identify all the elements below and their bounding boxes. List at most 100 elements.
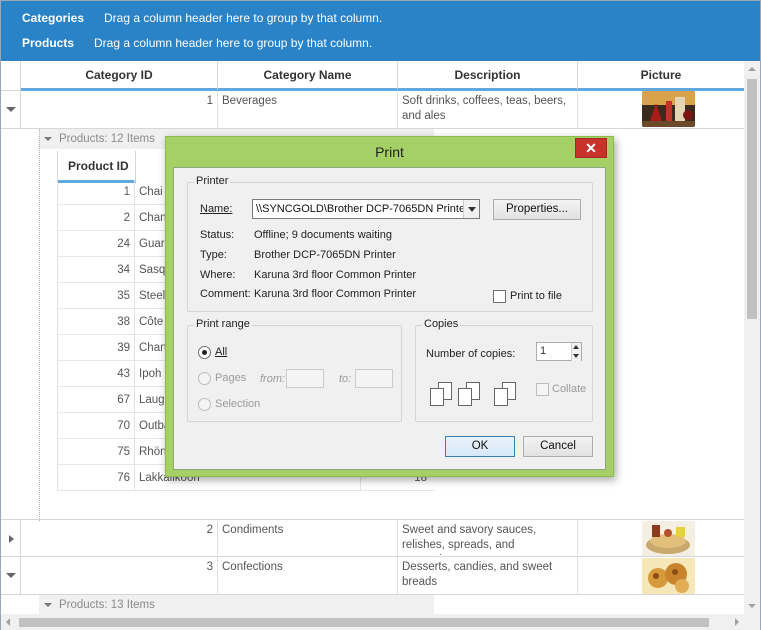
dialog-title: Print — [375, 144, 404, 160]
confections-image — [642, 558, 695, 594]
group-caption-text: Products: 12 Items — [59, 133, 155, 145]
printer-name-value: \\SYNCGOLD\Brother DCP-7065DN Printer — [256, 203, 469, 215]
group-collapse-icon[interactable] — [44, 603, 52, 607]
row-expander[interactable] — [1, 520, 21, 556]
close-icon: ✕ — [585, 140, 597, 156]
properties-button[interactable]: Properties... — [493, 199, 581, 220]
description-cell: Desserts, candies, and sweet breads — [398, 557, 578, 594]
table-row[interactable]: 3 Confections Desserts, candies, and swe… — [1, 557, 744, 595]
collate-label[interactable]: Collate — [552, 383, 586, 395]
product-id-cell: 39 — [57, 335, 135, 361]
collapse-arrow-icon[interactable] — [6, 573, 16, 578]
horizontal-scroll-thumb[interactable] — [19, 618, 709, 627]
group-caption-text: Products: 13 Items — [59, 599, 155, 611]
expand-arrow-icon[interactable] — [9, 535, 14, 543]
category-id-cell: 3 — [21, 557, 218, 594]
pages-radio[interactable] — [198, 372, 211, 385]
group-row[interactable]: Products: 13 Items — [39, 595, 434, 614]
picture-cell — [578, 520, 744, 556]
print-dialog: Print ✕ Printer Name: \\SYNCGOLD\Brother… — [165, 136, 614, 477]
table-row[interactable]: 1 Beverages Soft drinks, coffees, teas, … — [1, 91, 744, 129]
group-level-name: Categories — [22, 11, 85, 25]
tree-line — [39, 129, 40, 521]
product-id-cell: 34 — [57, 257, 135, 283]
product-id-cell: 35 — [57, 283, 135, 309]
collapse-arrow-icon[interactable] — [6, 107, 16, 112]
collate-checkbox[interactable] — [536, 383, 549, 396]
group-collapse-icon[interactable] — [44, 137, 52, 141]
close-button[interactable]: ✕ — [575, 138, 607, 158]
name-label-text: Name: — [200, 203, 233, 215]
comment-label: Comment: — [200, 288, 251, 300]
grid-window: Categories Drag a column header here to … — [0, 0, 761, 630]
picture-cell — [578, 91, 744, 128]
ok-button[interactable]: OK — [445, 436, 515, 457]
copies-group: Copies Number of copies: 1 Collate — [415, 318, 593, 422]
description-cell: Soft drinks, coffees, teas, beers, and a… — [398, 91, 578, 128]
print-range-group: Print range All Pages from: to: Selectio… — [187, 318, 402, 422]
number-of-copies-label: Number of copies: — [426, 348, 516, 360]
all-radio[interactable] — [198, 346, 211, 359]
header-expander-cell — [1, 61, 21, 91]
product-id-cell: 76 — [57, 465, 135, 491]
print-to-file-label[interactable]: Print to file — [510, 290, 562, 302]
chevron-down-icon[interactable] — [463, 200, 479, 218]
where-label: Where: — [200, 269, 236, 281]
group-row-categories: Categories Drag a column header here to … — [1, 5, 760, 31]
column-header-description[interactable]: Description — [398, 61, 578, 91]
copies-stepper[interactable]: 1 — [536, 342, 582, 361]
group-drop-hint: Drag a column header here to group by th… — [104, 11, 383, 25]
selection-label[interactable]: Selection — [215, 398, 260, 410]
dialog-body: Printer Name: \\SYNCGOLD\Brother DCP-706… — [173, 167, 606, 470]
printer-group: Printer Name: \\SYNCGOLD\Brother DCP-706… — [187, 175, 593, 312]
cancel-button[interactable]: Cancel — [523, 436, 593, 457]
spin-down-icon[interactable] — [573, 354, 579, 358]
group-drop-hint: Drag a column header here to group by th… — [94, 36, 373, 50]
description-cell: Sweet and savory sauces, relishes, sprea… — [398, 520, 578, 556]
to-label: to: — [339, 373, 352, 385]
spin-up-icon[interactable] — [573, 345, 579, 349]
copies-legend: Copies — [422, 318, 461, 330]
vertical-scrollbar[interactable] — [744, 61, 760, 614]
scroll-up-icon[interactable] — [748, 67, 756, 71]
row-expander[interactable] — [1, 557, 21, 594]
product-id-cell: 1 — [57, 179, 135, 205]
printer-name-select[interactable]: \\SYNCGOLD\Brother DCP-7065DN Printer — [252, 199, 480, 219]
all-label[interactable]: All — [215, 346, 227, 358]
print-to-file-checkbox[interactable] — [493, 290, 506, 303]
print-range-legend: Print range — [194, 318, 252, 330]
to-page-input[interactable] — [355, 369, 393, 388]
printer-legend: Printer — [194, 175, 231, 187]
product-id-cell: 75 — [57, 439, 135, 465]
category-name-cell: Condiments — [218, 520, 398, 556]
product-id-cell: 67 — [57, 387, 135, 413]
status-value: Offline; 9 documents waiting — [254, 229, 392, 241]
beverages-image — [642, 91, 695, 127]
horizontal-scrollbar[interactable] — [1, 614, 744, 630]
row-expander[interactable] — [1, 91, 21, 128]
pages-label[interactable]: Pages — [215, 372, 246, 384]
scroll-left-icon[interactable] — [6, 618, 10, 626]
comment-value: Karuna 3rd floor Common Printer — [254, 288, 417, 300]
product-id-cell: 24 — [57, 231, 135, 257]
scroll-down-icon[interactable] — [748, 604, 756, 608]
category-name-cell: Confections — [218, 557, 398, 594]
column-header-category-name[interactable]: Category Name — [218, 61, 398, 91]
status-label: Status: — [200, 229, 235, 241]
scroll-right-icon[interactable] — [735, 618, 739, 626]
from-page-input[interactable] — [286, 369, 324, 388]
scrollbar-corner — [744, 614, 760, 630]
product-id-cell: 2 — [57, 205, 135, 231]
vertical-scroll-thumb[interactable] — [747, 79, 757, 319]
picture-cell — [578, 557, 744, 594]
spin-buttons[interactable] — [571, 343, 581, 361]
column-header-picture[interactable]: Picture — [578, 61, 744, 91]
group-by-panel[interactable]: Categories Drag a column header here to … — [1, 1, 760, 61]
table-row[interactable]: 2 Condiments Sweet and savory sauces, re… — [1, 519, 744, 557]
column-header-category-id[interactable]: Category ID — [21, 61, 218, 91]
group-row-products: Products Drag a column header here to gr… — [1, 30, 760, 56]
selection-radio[interactable] — [198, 398, 211, 411]
product-id-cell: 43 — [57, 361, 135, 387]
name-label: Name: — [200, 203, 232, 215]
category-name-cell: Beverages — [218, 91, 398, 128]
